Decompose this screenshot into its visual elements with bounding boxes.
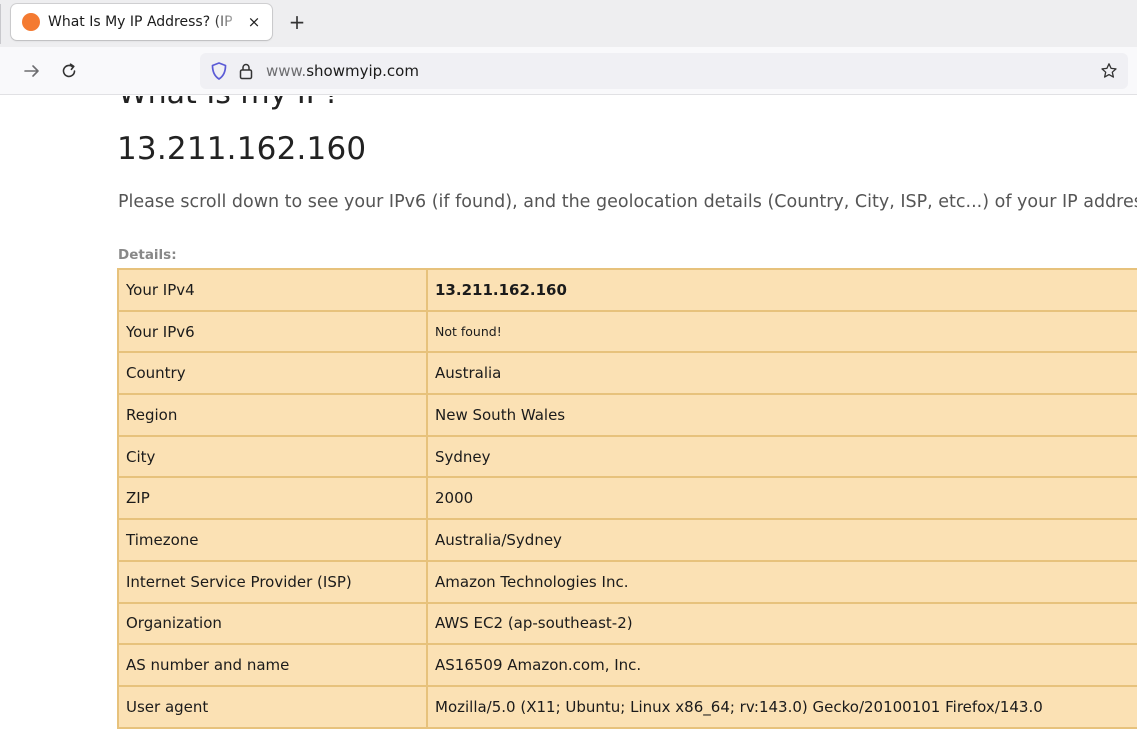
bookmark-star-icon[interactable] — [1098, 60, 1120, 82]
row-key: AS number and name — [117, 643, 428, 687]
row-key: Organization — [117, 601, 428, 646]
row-value: Sydney — [426, 434, 1137, 479]
new-tab-button[interactable]: + — [285, 10, 309, 34]
intro-text: Please scroll down to see your IPv6 (if … — [118, 192, 1137, 212]
tab-strip-edge — [0, 4, 1, 44]
forward-button[interactable] — [18, 57, 46, 85]
browser-tab-active[interactable]: What Is My IP Address? (IP × — [11, 4, 272, 40]
details-table: Your IPv4 13.211.162.160 Your IPv6 Not f… — [117, 268, 1137, 729]
table-row: Country Australia — [117, 351, 1137, 396]
row-value: AWS EC2 (ap-southeast-2) — [426, 601, 1137, 646]
row-value: Not found! — [426, 309, 1137, 354]
table-row: User agent Mozilla/5.0 (X11; Ubuntu; Lin… — [117, 684, 1137, 729]
row-key: Internet Service Provider (ISP) — [117, 559, 428, 604]
row-key: City — [117, 434, 428, 479]
tab-strip: What Is My IP Address? (IP × + — [0, 0, 1137, 47]
table-row: ZIP 2000 — [117, 476, 1137, 521]
table-row: AS number and name AS16509 Amazon.com, I… — [117, 643, 1137, 687]
url-domain: showmyip.com — [306, 62, 419, 80]
tracking-protection-shield-icon[interactable] — [208, 60, 230, 82]
arrow-right-icon — [24, 65, 39, 77]
ip-address-heading: 13.211.162.160 — [117, 131, 367, 167]
table-row: Your IPv4 13.211.162.160 — [117, 268, 1137, 312]
lock-icon[interactable] — [236, 60, 256, 82]
url-text[interactable]: www.showmyip.com — [266, 62, 419, 80]
tab-title: What Is My IP Address? (IP — [48, 14, 233, 30]
table-row: Timezone Australia/Sydney — [117, 518, 1137, 562]
url-prefix: www. — [266, 62, 307, 80]
row-value: Australia/Sydney — [426, 518, 1137, 562]
navigation-toolbar: www.showmyip.com — [0, 47, 1137, 95]
details-label: Details: — [118, 247, 177, 263]
row-value: Australia — [426, 351, 1137, 396]
row-key: Country — [117, 351, 428, 396]
page-viewport: What Is my IP? 13.211.162.160 Please scr… — [0, 96, 1137, 731]
reload-icon — [62, 63, 76, 78]
row-value: AS16509 Amazon.com, Inc. — [426, 643, 1137, 687]
row-key: ZIP — [117, 476, 428, 521]
table-row: Region New South Wales — [117, 393, 1137, 437]
table-row: Your IPv6 Not found! — [117, 309, 1137, 354]
row-value: Mozilla/5.0 (X11; Ubuntu; Linux x86_64; … — [426, 684, 1137, 729]
row-key: Your IPv4 — [117, 268, 428, 312]
row-key: User agent — [117, 684, 428, 729]
page-title: What Is my IP? — [118, 96, 340, 111]
row-value: 13.211.162.160 — [426, 268, 1137, 312]
tab-close-icon[interactable]: × — [244, 12, 264, 32]
site-favicon-icon — [22, 13, 40, 31]
row-value: Amazon Technologies Inc. — [426, 559, 1137, 604]
url-bar[interactable]: www.showmyip.com — [200, 53, 1128, 89]
row-key: Your IPv6 — [117, 309, 428, 354]
table-row: Organization AWS EC2 (ap-southeast-2) — [117, 601, 1137, 646]
table-row: Internet Service Provider (ISP) Amazon T… — [117, 559, 1137, 604]
table-row: City Sydney — [117, 434, 1137, 479]
row-value: New South Wales — [426, 393, 1137, 437]
row-value: 2000 — [426, 476, 1137, 521]
row-key: Timezone — [117, 518, 428, 562]
row-key: Region — [117, 393, 428, 437]
reload-button[interactable] — [55, 57, 83, 85]
